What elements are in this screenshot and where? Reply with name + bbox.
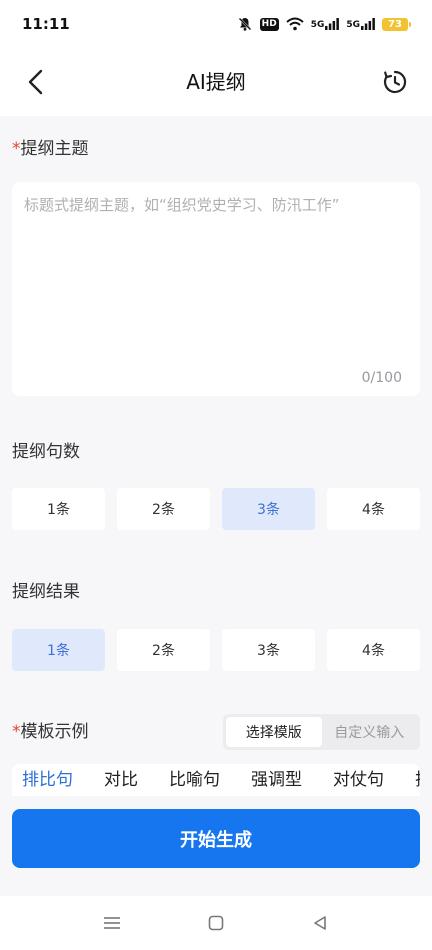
sentence-option-2[interactable]: 2条 bbox=[117, 488, 210, 530]
tab-contrast[interactable]: 对比 bbox=[104, 764, 138, 796]
required-mark: * bbox=[12, 139, 21, 159]
template-label: *模板示例 bbox=[12, 720, 89, 744]
topic-placeholder: 标题式提纲主题，如“组织党史学习、防汛工作” bbox=[24, 196, 340, 214]
status-icons: HD 5G 5G 73 bbox=[237, 16, 411, 32]
topic-label: *提纲主题 bbox=[12, 137, 89, 161]
menu-button[interactable] bbox=[92, 903, 132, 943]
result-option-3[interactable]: 3条 bbox=[222, 629, 315, 671]
signal-5g-icon: 5G bbox=[311, 18, 340, 30]
segment-select-template[interactable]: 选择模版 bbox=[226, 717, 322, 747]
result-option-1[interactable]: 1条 bbox=[12, 629, 105, 671]
sentence-option-1[interactable]: 1条 bbox=[12, 488, 105, 530]
home-square-icon bbox=[208, 915, 224, 931]
tab-antithesis[interactable]: 对仗句 bbox=[333, 764, 384, 796]
required-mark: * bbox=[12, 722, 21, 742]
sentence-count-label: 提纲句数 bbox=[12, 442, 80, 462]
system-nav-bar bbox=[0, 896, 432, 950]
signal1-label: 5G bbox=[310, 20, 325, 30]
battery-level: 73 bbox=[388, 18, 402, 30]
template-mode-toggle: 选择模版 自定义输入 bbox=[223, 714, 420, 750]
app-header: AI提纲 bbox=[0, 48, 432, 116]
signal-5g-icon-2: 5G bbox=[346, 18, 375, 30]
result-option-2[interactable]: 2条 bbox=[117, 629, 210, 671]
tab-metaphor[interactable]: 比喻句 bbox=[169, 764, 220, 796]
sentence-option-4[interactable]: 4条 bbox=[327, 488, 420, 530]
battery-icon: 73 bbox=[382, 17, 411, 31]
history-clock-icon bbox=[383, 70, 407, 94]
char-counter: 0/100 bbox=[361, 370, 402, 386]
status-bar: 11:11 HD 5G 5G 73 bbox=[0, 0, 432, 48]
signal2-label: 5G bbox=[346, 20, 360, 30]
result-count-options: 1条 2条 3条 4条 bbox=[12, 629, 420, 671]
back-triangle-icon bbox=[314, 916, 326, 930]
start-generate-button[interactable]: 开始生成 bbox=[12, 809, 420, 868]
tab-emphasis[interactable]: 强调型 bbox=[251, 764, 302, 796]
menu-icon bbox=[104, 917, 120, 929]
result-option-4[interactable]: 4条 bbox=[327, 629, 420, 671]
tab-parallelism[interactable]: 排比句 bbox=[22, 764, 73, 796]
topic-label-text: 提纲主题 bbox=[20, 139, 89, 159]
tab-more[interactable]: 排 bbox=[415, 764, 420, 796]
hd-icon: HD bbox=[259, 17, 279, 31]
status-time: 11:11 bbox=[22, 15, 70, 33]
hd-label: HD bbox=[259, 17, 279, 31]
sentence-count-options: 1条 2条 3条 4条 bbox=[12, 488, 420, 530]
segment-custom-input[interactable]: 自定义输入 bbox=[322, 717, 418, 747]
wifi-icon bbox=[286, 17, 304, 31]
sentence-option-3[interactable]: 3条 bbox=[222, 488, 315, 530]
system-back-button[interactable] bbox=[300, 903, 340, 943]
home-button[interactable] bbox=[196, 903, 236, 943]
result-count-label: 提纲结果 bbox=[12, 582, 80, 602]
mute-bell-icon bbox=[237, 16, 253, 32]
topic-input[interactable]: 标题式提纲主题，如“组织党史学习、防汛工作” 0/100 bbox=[12, 182, 420, 396]
template-tabs: 排比句 对比 比喻句 强调型 对仗句 排 bbox=[12, 764, 420, 796]
page-title: AI提纲 bbox=[186, 70, 246, 94]
history-button[interactable] bbox=[380, 67, 410, 97]
template-label-text: 模板示例 bbox=[20, 722, 89, 742]
